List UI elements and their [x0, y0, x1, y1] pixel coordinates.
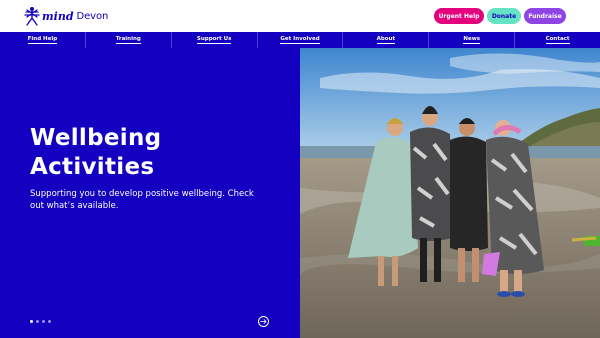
nav-label: About: [376, 36, 396, 44]
logo-mind-wordmark: mind: [42, 9, 74, 23]
carousel-dot[interactable]: [42, 320, 45, 323]
hero-subtitle: Supporting you to develop positive wellb…: [30, 189, 254, 211]
nav-item-contact[interactable]: Contact: [515, 32, 600, 48]
mind-figure-icon: [24, 7, 40, 26]
nav-item-get-involved[interactable]: Get Involved: [258, 32, 344, 48]
nav-item-support-us[interactable]: Support Us: [172, 32, 258, 48]
nav-label: News: [463, 36, 481, 44]
nav-item-about[interactable]: About: [343, 32, 430, 48]
nav-item-training[interactable]: Training: [86, 32, 172, 48]
hero-title-line: Activities: [30, 154, 155, 180]
carousel-dot[interactable]: [30, 320, 33, 323]
logo-location: Devon: [76, 10, 109, 22]
urgent-help-button[interactable]: Urgent Help: [434, 8, 484, 24]
arrow-right-icon: [260, 319, 267, 324]
carousel-dots: [30, 320, 51, 323]
nav-label: Training: [115, 36, 141, 44]
nav-item-find-help[interactable]: Find Help: [0, 32, 86, 48]
hero-image: [300, 48, 600, 338]
hero-carousel: Wellbeing Activities Supporting you to d…: [0, 48, 600, 338]
nav-label: Contact: [545, 36, 570, 44]
carousel-next-button[interactable]: [258, 316, 269, 327]
hero-text-panel: Wellbeing Activities Supporting you to d…: [0, 48, 300, 338]
main-navigation: Find Help Training Support Us Get Involv…: [0, 32, 600, 48]
nav-item-news[interactable]: News: [429, 32, 516, 48]
hero-title: Wellbeing Activities: [30, 124, 280, 182]
nav-label: Find Help: [27, 36, 58, 44]
fundraise-button[interactable]: Fundraise: [524, 8, 566, 24]
beach-photo: [300, 48, 600, 338]
carousel-dot[interactable]: [36, 320, 39, 323]
site-header: mind Devon Urgent Help Donate Fundraise: [0, 0, 600, 32]
carousel-dot[interactable]: [48, 320, 51, 323]
mind-devon-logo[interactable]: mind Devon: [24, 6, 108, 26]
nav-label: Support Us: [196, 36, 232, 44]
hero-title-line: Wellbeing: [30, 125, 162, 151]
donate-button[interactable]: Donate: [487, 8, 521, 24]
nav-label: Get Involved: [280, 36, 320, 44]
